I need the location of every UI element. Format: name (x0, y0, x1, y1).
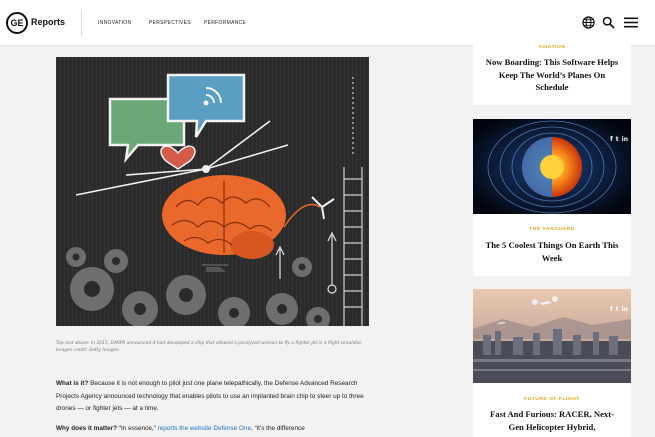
card-kicker[interactable]: THE VANGUARD (473, 227, 631, 232)
card-title[interactable]: Fast And Furious: RACER, Next-Gen Helico… (483, 408, 621, 433)
nav-innovation[interactable]: INNOVATION (98, 20, 131, 26)
facebook-icon[interactable]: f (610, 136, 613, 143)
share-icons: f t in (607, 306, 628, 313)
city-aircraft-image[interactable]: f t in (473, 289, 631, 383)
story-card[interactable]: AVIATION Now Boarding: This Software Hel… (473, 40, 631, 105)
defense-one-link[interactable]: reports the website Defense One (158, 425, 251, 432)
paragraph-lead: Why does it matter? (56, 425, 118, 432)
card-title[interactable]: Now Boarding: This Software Helps Keep T… (483, 56, 621, 94)
article-paragraph-1: What is it? Because it is not enough to … (56, 378, 372, 416)
twitter-icon[interactable]: t (616, 306, 619, 313)
ge-logo[interactable]: GE (6, 12, 28, 34)
linkedin-icon[interactable]: in (622, 136, 628, 143)
paragraph-text: , “it’s the difference (251, 425, 305, 432)
image-caption: Top and above: In 2015, DARPA announced … (56, 341, 363, 353)
card-kicker[interactable]: AVIATION (473, 45, 631, 50)
facebook-icon[interactable]: f (610, 306, 613, 313)
hero-illustration (56, 57, 369, 326)
twitter-icon[interactable]: t (616, 136, 619, 143)
story-card[interactable]: f t in THE VANGUARD The 5 Coolest Things O… (473, 119, 631, 276)
menu-icon[interactable] (624, 16, 638, 29)
nav-performance[interactable]: PERFORMANCE (204, 20, 246, 26)
search-icon[interactable] (602, 16, 615, 29)
article-paragraph-2: Why does it matter? “In essence,” report… (56, 423, 372, 436)
brand-name[interactable]: Reports (31, 17, 65, 27)
paragraph-text: “In essence,” (117, 425, 158, 432)
earth-core-image[interactable]: f t in (473, 119, 631, 214)
paragraph-text: Because it is not enough to pilot just o… (56, 380, 364, 412)
share-icons: f t in (607, 136, 628, 143)
globe-icon[interactable] (582, 16, 595, 29)
story-card[interactable]: f t in FUTURE OF FLIGHT Fast And Furious: … (473, 289, 631, 437)
header-divider (81, 10, 82, 36)
paragraph-lead: What is it? (56, 380, 89, 387)
card-kicker[interactable]: FUTURE OF FLIGHT (473, 397, 631, 402)
card-title[interactable]: The 5 Coolest Things On Earth This Week (483, 239, 621, 264)
linkedin-icon[interactable]: in (622, 306, 628, 313)
nav-perspectives[interactable]: PERSPECTIVES (149, 20, 191, 26)
